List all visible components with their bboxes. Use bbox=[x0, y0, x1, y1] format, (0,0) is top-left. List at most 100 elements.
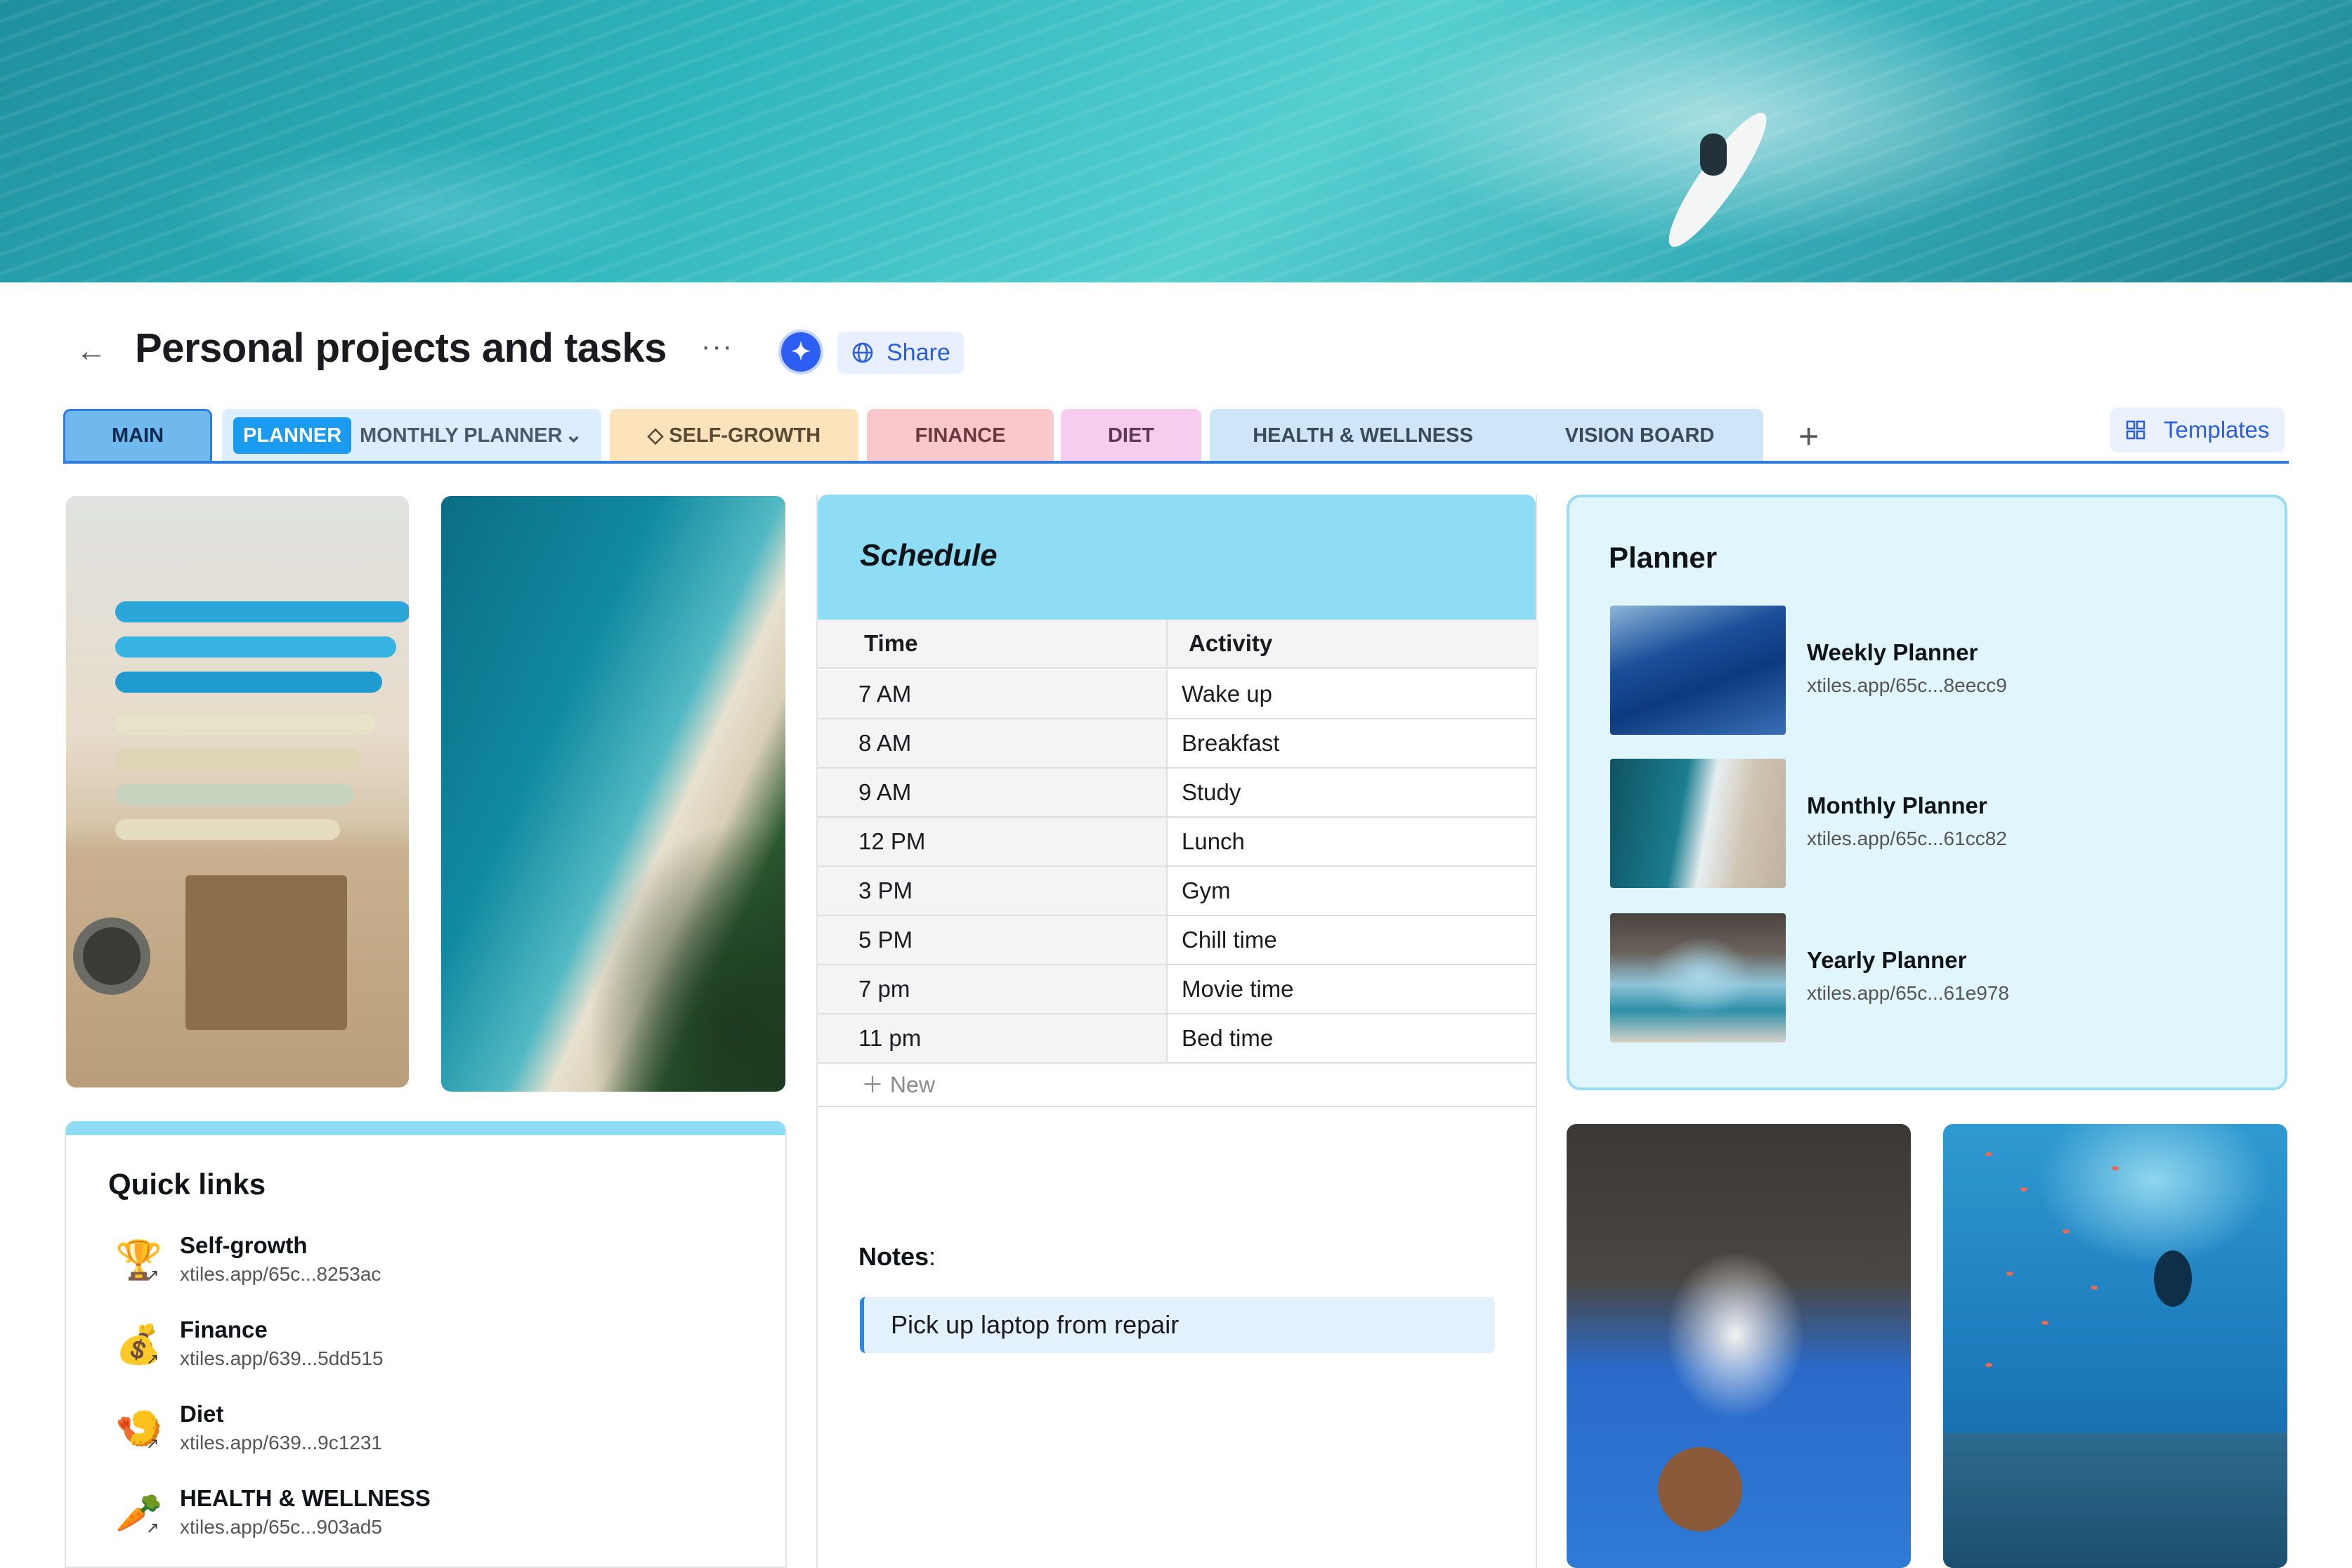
new-row-label: New bbox=[889, 1072, 935, 1097]
wooden-crate bbox=[185, 875, 347, 1030]
table-row: 7 pm Movie time bbox=[818, 965, 1536, 1014]
quick-link-url: xtiles.app/639...9c1231 bbox=[180, 1432, 382, 1453]
surfboard bbox=[115, 601, 409, 622]
time-cell[interactable]: 8 AM bbox=[818, 719, 1168, 767]
table-row: 9 AM Study bbox=[818, 769, 1536, 818]
quick-links-accent-bar bbox=[66, 1121, 785, 1135]
planner-chip: PLANNER bbox=[233, 417, 352, 454]
fish bbox=[2041, 1321, 2049, 1325]
time-cell[interactable]: 3 PM bbox=[818, 867, 1168, 915]
add-row-button[interactable]: ＋ New bbox=[861, 1064, 935, 1106]
templates-label: Templates bbox=[2164, 417, 2270, 443]
activity-cell[interactable]: Lunch bbox=[1168, 818, 1538, 865]
basketball bbox=[1658, 1447, 1742, 1531]
chevron-down-icon[interactable]: ⌄ bbox=[565, 409, 582, 462]
tab-main[interactable]: MAIN bbox=[63, 409, 212, 462]
planner-link-url: xtiles.app/65c...61e978 bbox=[1807, 982, 2009, 1004]
activity-cell[interactable]: Wake up bbox=[1168, 670, 1538, 718]
link-arrow-icon: ↗ bbox=[146, 1435, 159, 1452]
weekly-planner-thumbnail bbox=[1610, 606, 1786, 735]
tab-self-growth[interactable]: ◇ SELF-GROWTH bbox=[610, 409, 858, 462]
surfboard bbox=[115, 672, 382, 693]
reef-floor bbox=[1943, 1433, 2287, 1568]
activity-cell[interactable]: Bed time bbox=[1168, 1014, 1538, 1062]
surfboard bbox=[115, 819, 340, 840]
time-cell[interactable]: 5 PM bbox=[818, 916, 1168, 964]
quick-link-health-wellness[interactable]: 🥕 ↗ HEALTH & WELLNESS xtiles.app/65c...9… bbox=[115, 1485, 747, 1555]
schedule-card: Schedule Time Activity 7 AM Wake up 8 AM… bbox=[816, 495, 1538, 1568]
palm-beach-photo bbox=[441, 496, 785, 1092]
quick-link-self-growth[interactable]: 🏆 ↗ Self-growth xtiles.app/65c...8253ac bbox=[115, 1232, 747, 1302]
tab-group-health-vision: HEALTH & WELLNESS VISION BOARD bbox=[1210, 409, 1763, 462]
surfboard bbox=[115, 636, 396, 658]
tab-finance[interactable]: FINANCE bbox=[867, 409, 1054, 462]
tab-underline bbox=[63, 461, 2289, 464]
quick-link-title: Diet bbox=[180, 1401, 224, 1427]
planner-link-title: Weekly Planner bbox=[1807, 639, 1978, 665]
new-row[interactable]: ＋ New bbox=[818, 1064, 1536, 1107]
quick-link-title: Self-growth bbox=[180, 1232, 308, 1258]
activity-cell[interactable]: Breakfast bbox=[1168, 719, 1538, 767]
dark-fish bbox=[2154, 1250, 2192, 1307]
schedule-title: Schedule bbox=[860, 538, 998, 573]
activity-cell[interactable]: Study bbox=[1168, 769, 1538, 816]
sync-status-icon[interactable]: ✦ bbox=[778, 329, 823, 374]
monthly-planner-thumbnail bbox=[1610, 759, 1786, 888]
grid-icon bbox=[2126, 420, 2145, 440]
planner-link-title: Monthly Planner bbox=[1807, 792, 1987, 818]
page-title: Personal projects and tasks bbox=[135, 325, 667, 371]
tab-health-wellness[interactable]: HEALTH & WELLNESS bbox=[1210, 409, 1516, 462]
trailer-wheel bbox=[73, 917, 150, 995]
column-header-time[interactable]: Time bbox=[818, 620, 1168, 667]
planner-link-weekly[interactable]: Weekly Planner xtiles.app/65c...8eecc9 bbox=[1610, 606, 2242, 736]
time-cell[interactable]: 11 pm bbox=[818, 1014, 1168, 1062]
monthly-planner-label: MONTHLY PLANNER bbox=[360, 424, 563, 447]
table-row: 3 PM Gym bbox=[818, 867, 1536, 916]
fish bbox=[1985, 1152, 1992, 1156]
templates-button[interactable]: Templates bbox=[2110, 407, 2285, 452]
time-cell[interactable]: 7 AM bbox=[818, 670, 1168, 718]
planner-title: Planner bbox=[1609, 541, 1718, 574]
more-options-icon[interactable]: ··· bbox=[701, 332, 733, 360]
surfboards-photo bbox=[66, 496, 409, 1087]
ocean-texture bbox=[0, 0, 2352, 282]
quick-link-diet[interactable]: 🍤 ↗ Diet xtiles.app/639...9c1231 bbox=[115, 1401, 747, 1471]
quick-links-card: Quick links 🏆 ↗ Self-growth xtiles.app/6… bbox=[65, 1121, 787, 1568]
notes-colon: : bbox=[929, 1242, 936, 1271]
activity-cell[interactable]: Gym bbox=[1168, 867, 1538, 915]
tab-planner[interactable]: PLANNER MONTHLY PLANNER ⌄ bbox=[222, 409, 601, 462]
add-tab-button[interactable]: + bbox=[1798, 419, 1819, 454]
quick-link-url: xtiles.app/65c...8253ac bbox=[180, 1263, 381, 1285]
link-arrow-icon: ↗ bbox=[146, 1350, 159, 1368]
table-row: 5 PM Chill time bbox=[818, 916, 1536, 965]
share-button[interactable]: Share bbox=[837, 332, 964, 374]
diamond-icon: ◇ bbox=[647, 424, 669, 447]
fish bbox=[2091, 1286, 2098, 1290]
quick-link-title: HEALTH & WELLNESS bbox=[180, 1485, 431, 1511]
fish bbox=[2006, 1272, 2013, 1276]
basketball-player-photo bbox=[1567, 1124, 1911, 1568]
link-arrow-icon: ↗ bbox=[146, 1519, 159, 1536]
tab-self-growth-label: SELF-GROWTH bbox=[669, 424, 821, 447]
time-cell[interactable]: 7 pm bbox=[818, 965, 1168, 1013]
planner-link-monthly[interactable]: Monthly Planner xtiles.app/65c...61cc82 bbox=[1610, 759, 2242, 889]
tab-diet[interactable]: DIET bbox=[1061, 409, 1201, 462]
link-arrow-icon: ↗ bbox=[146, 1266, 159, 1283]
planner-link-yearly[interactable]: Yearly Planner xtiles.app/65c...61e978 bbox=[1610, 913, 2242, 1044]
activity-cell[interactable]: Chill time bbox=[1168, 916, 1538, 964]
surfer-shape bbox=[1700, 133, 1727, 176]
fish bbox=[2063, 1229, 2070, 1234]
column-header-activity[interactable]: Activity bbox=[1168, 620, 1538, 667]
table-row: 8 AM Breakfast bbox=[818, 719, 1536, 769]
back-arrow-icon[interactable]: ← bbox=[76, 336, 107, 367]
surfboard bbox=[115, 749, 361, 770]
activity-cell[interactable]: Movie time bbox=[1168, 965, 1538, 1013]
quick-link-finance[interactable]: 💰 ↗ Finance xtiles.app/639...5dd515 bbox=[115, 1317, 747, 1387]
coral-reef-photo bbox=[1943, 1124, 2287, 1568]
time-cell[interactable]: 12 PM bbox=[818, 818, 1168, 865]
quick-link-title: Finance bbox=[180, 1317, 268, 1342]
notes-callout[interactable]: Pick up laptop from repair bbox=[860, 1297, 1495, 1353]
time-cell[interactable]: 9 AM bbox=[818, 769, 1168, 816]
planner-link-url: xtiles.app/65c...61cc82 bbox=[1807, 828, 2007, 849]
tab-vision-board[interactable]: VISION BOARD bbox=[1516, 409, 1763, 462]
